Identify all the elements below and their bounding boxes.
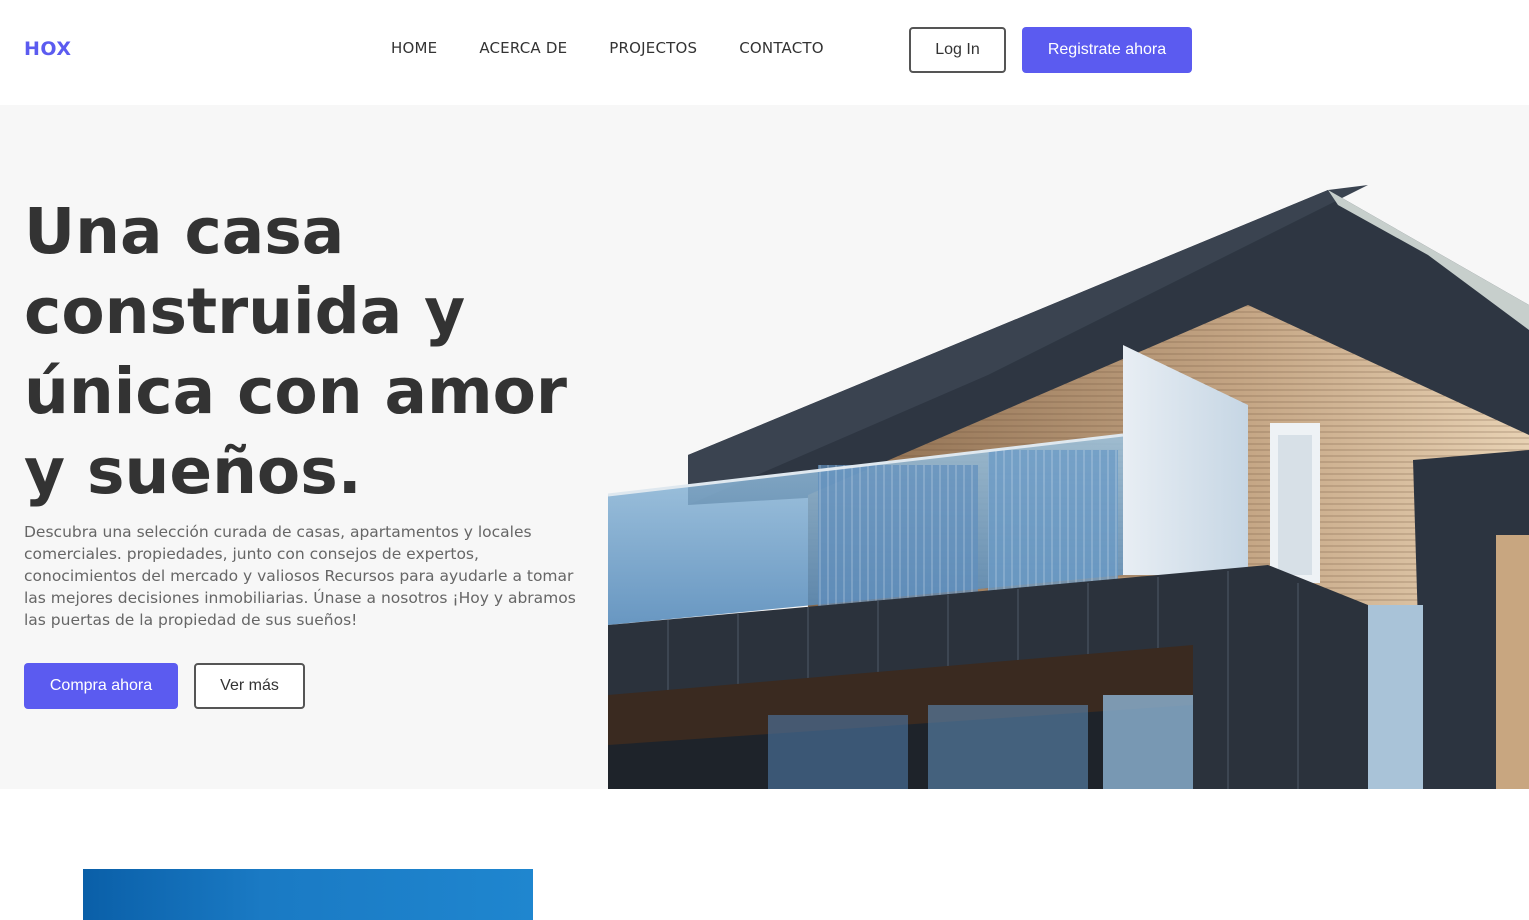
- sky-image: [83, 869, 533, 920]
- login-button[interactable]: Log In: [909, 27, 1006, 73]
- house-image: [608, 105, 1529, 789]
- brand-logo[interactable]: HOX: [24, 38, 72, 60]
- top-navbar: HOX HOME ACERCA DE PROJECTOS CONTACTO Lo…: [0, 0, 1529, 105]
- buy-now-button[interactable]: Compra ahora: [24, 663, 178, 709]
- nav-link-projects[interactable]: PROJECTOS: [609, 39, 697, 57]
- hero-section: Una casa construida y única con amor y s…: [0, 105, 1529, 789]
- register-button[interactable]: Registrate ahora: [1022, 27, 1192, 73]
- nav-link-about[interactable]: ACERCA DE: [479, 39, 567, 57]
- see-more-button[interactable]: Ver más: [194, 663, 305, 709]
- nav-links: HOME ACERCA DE PROJECTOS CONTACTO: [391, 39, 866, 57]
- nav-link-contact[interactable]: CONTACTO: [739, 39, 824, 57]
- hero-title: Una casa construida y única con amor y s…: [24, 195, 568, 508]
- hero-description: Descubra una selección curada de casas, …: [24, 523, 576, 629]
- nav-link-home[interactable]: HOME: [391, 39, 437, 57]
